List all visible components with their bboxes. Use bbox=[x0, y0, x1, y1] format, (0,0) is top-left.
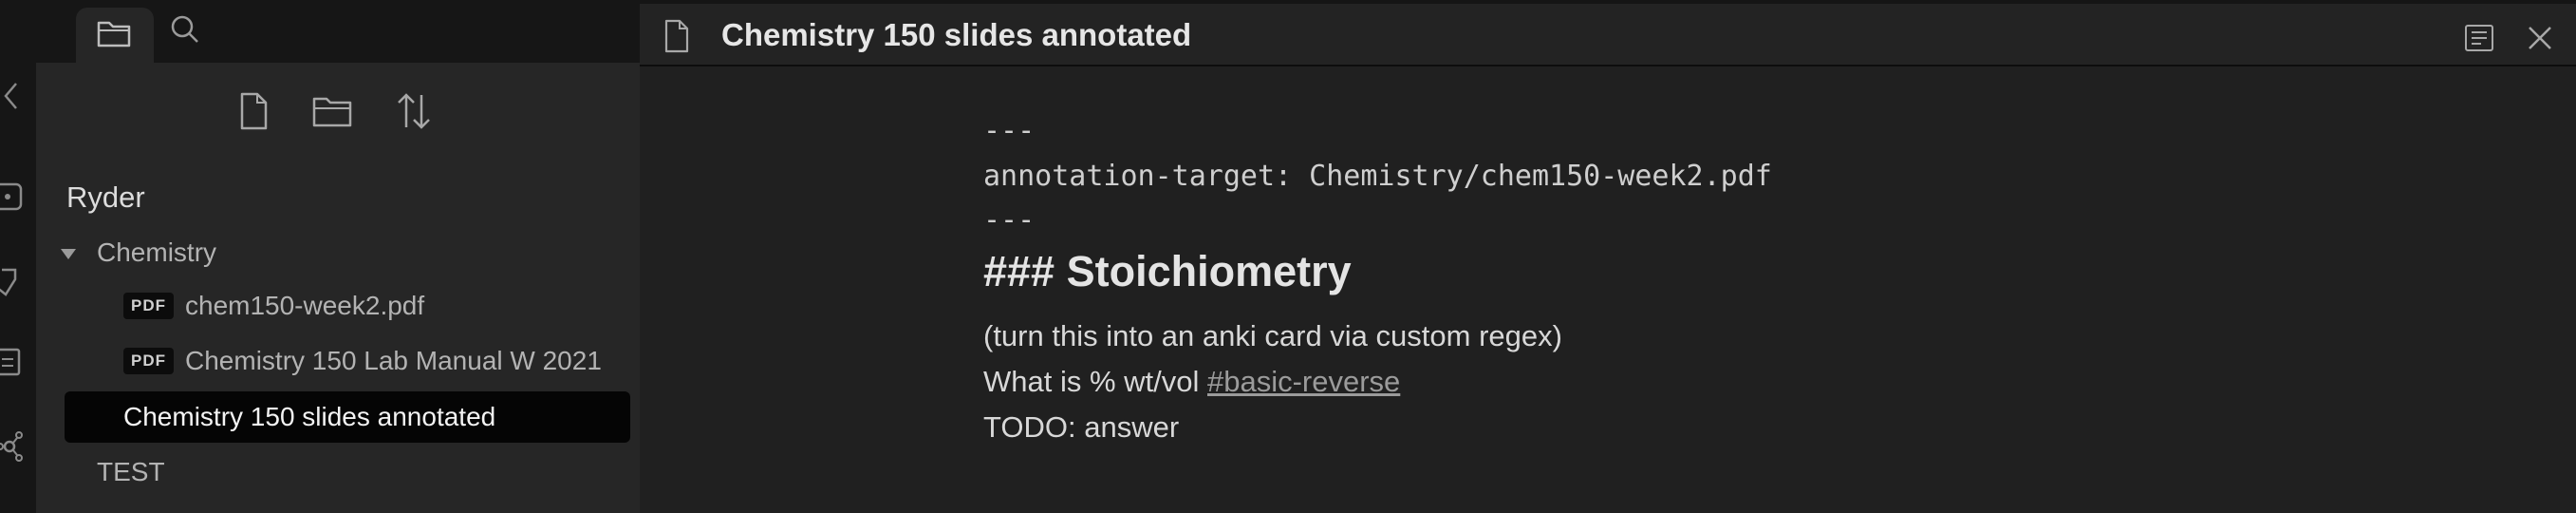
editor-pane: Chemistry 150 slides annotated --- annot… bbox=[640, 0, 2576, 513]
tag-link[interactable]: #basic-reverse bbox=[1207, 365, 1400, 398]
slides-icon[interactable] bbox=[0, 346, 25, 378]
file-label: Chemistry 150 Lab Manual W 2021 bbox=[185, 346, 602, 375]
tree-folder-test[interactable]: TEST bbox=[97, 457, 165, 487]
note-heading: ### Stoichiometry bbox=[983, 247, 1352, 295]
folder-icon bbox=[97, 21, 131, 48]
pdf-badge: PDF bbox=[123, 293, 174, 319]
collapse-chevron-icon[interactable] bbox=[0, 80, 25, 112]
close-button[interactable] bbox=[2525, 23, 2555, 53]
new-note-button[interactable] bbox=[237, 91, 270, 131]
tab-search[interactable] bbox=[169, 13, 201, 46]
reading-view-button[interactable] bbox=[2464, 23, 2494, 53]
file-icon[interactable] bbox=[663, 19, 691, 53]
note-line-2-text: What is % wt/vol bbox=[983, 365, 1207, 398]
new-folder-button[interactable] bbox=[311, 91, 353, 131]
dice-icon[interactable] bbox=[0, 180, 25, 213]
tag-icon[interactable] bbox=[0, 266, 25, 298]
new-note-icon bbox=[240, 92, 268, 130]
pdf-badge: PDF bbox=[123, 348, 174, 374]
sidebar-tab-strip bbox=[36, 0, 640, 63]
left-ribbon bbox=[0, 0, 36, 513]
graph-icon[interactable] bbox=[0, 429, 25, 462]
tab-file-explorer[interactable] bbox=[76, 8, 154, 63]
tree-folder-chemistry[interactable]: Chemistry bbox=[97, 238, 216, 268]
chevron-down-icon[interactable] bbox=[61, 249, 76, 259]
note-line-2: What is % wt/vol #basic-reverse bbox=[983, 365, 1400, 399]
note-line-3: TODO: answer bbox=[983, 410, 1180, 444]
tree-file-chem150-week2[interactable]: PDF chem150-week2.pdf bbox=[123, 291, 424, 321]
file-explorer-sidebar: Ryder Chemistry PDF chem150-week2.pdf PDF… bbox=[36, 0, 640, 513]
sort-icon bbox=[398, 93, 430, 129]
frontmatter-annotation-target: annotation-target: Chemistry/chem150-wee… bbox=[983, 160, 1772, 193]
frontmatter-open: --- bbox=[983, 114, 1036, 147]
file-label: chem150-week2.pdf bbox=[185, 291, 425, 320]
close-icon bbox=[2529, 27, 2551, 49]
vault-name[interactable]: Ryder bbox=[66, 180, 145, 215]
search-icon bbox=[171, 15, 198, 43]
tree-file-slides-annotated[interactable]: Chemistry 150 slides annotated bbox=[65, 391, 630, 443]
tree-file-lab-manual[interactable]: PDF Chemistry 150 Lab Manual W 2021 bbox=[123, 346, 602, 376]
note-line-1: (turn this into an anki card via custom … bbox=[983, 319, 1562, 352]
sort-button[interactable] bbox=[395, 91, 433, 131]
view-title[interactable]: Chemistry 150 slides annotated bbox=[721, 17, 1191, 53]
new-folder-icon bbox=[312, 97, 352, 127]
view-header: Chemistry 150 slides annotated bbox=[640, 0, 2576, 66]
frontmatter-close: --- bbox=[983, 203, 1036, 237]
reading-view-icon bbox=[2465, 25, 2493, 51]
